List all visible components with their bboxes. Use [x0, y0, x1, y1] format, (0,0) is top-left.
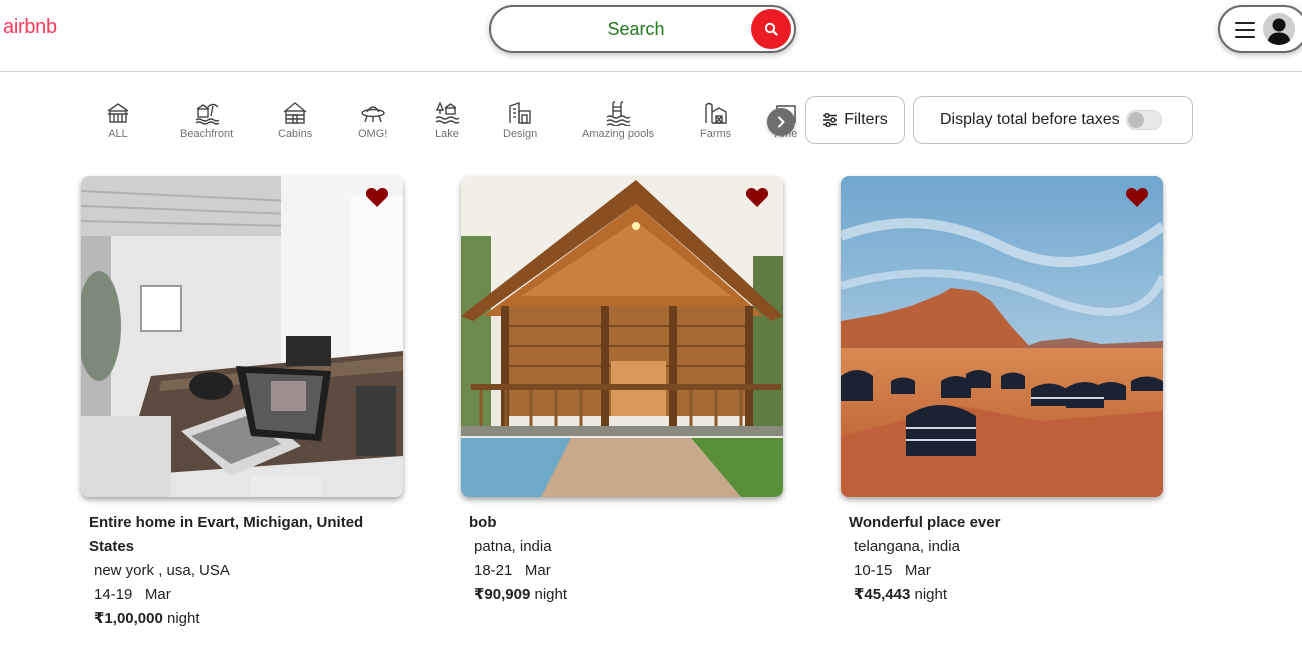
category-label: Farms: [700, 128, 732, 140]
category-label: Amazing pools: [582, 128, 655, 140]
category-lake[interactable]: Lake: [434, 100, 460, 140]
date-range: 10-15: [854, 562, 893, 579]
category-label: Design: [503, 128, 538, 140]
date-range: 14-19: [94, 586, 133, 603]
listing-dates: 18-21 Mar: [461, 559, 783, 583]
design-icon: [509, 102, 531, 124]
date-month: Mar: [144, 586, 171, 603]
user-menu-button[interactable]: [1218, 5, 1302, 53]
price-unit: night: [534, 586, 568, 603]
category-all[interactable]: ALL: [105, 100, 131, 140]
menu-icon: [1235, 22, 1255, 38]
category-label: Lake: [435, 128, 459, 140]
category-design[interactable]: Design: [503, 100, 537, 140]
price-unit: night: [167, 610, 200, 627]
listing-dates: 14-19 Mar: [81, 583, 403, 607]
airbnb-logo[interactable]: airbnb: [3, 16, 57, 39]
category-amazing-pools[interactable]: Amazing pools: [582, 100, 654, 140]
listing-image[interactable]: [81, 176, 403, 497]
listing-price: ₹45,443 night: [841, 583, 1163, 607]
listing-location: telangana, india: [854, 538, 960, 555]
ufo-icon: [360, 106, 385, 123]
price-amount: ₹90,909: [474, 586, 531, 603]
heart-icon[interactable]: [1125, 186, 1149, 208]
search-input[interactable]: [515, 14, 757, 44]
listing-price: ₹1,00,000 night: [81, 607, 403, 631]
date-month: Mar: [524, 562, 551, 579]
listing-image[interactable]: [461, 176, 783, 497]
heart-icon[interactable]: [745, 186, 769, 208]
tax-toggle-switch[interactable]: [1125, 110, 1162, 130]
header: airbnb: [0, 0, 1302, 72]
farm-icon: [704, 102, 727, 124]
category-farms[interactable]: Farms: [700, 100, 731, 140]
lake-icon: [435, 101, 460, 124]
chevron-right-icon: [778, 116, 785, 128]
user-icon: [1263, 13, 1295, 45]
office-photo: [81, 176, 403, 497]
sliders-icon: [823, 113, 838, 127]
category-label: OMG!: [358, 128, 388, 140]
listing-card[interactable]: Entire home in Evart, Michigan, United S…: [81, 176, 403, 631]
date-range: 18-21: [474, 562, 513, 579]
category-bar: ALL Beachfront Cabins OMG! Lake Design A…: [90, 96, 800, 146]
category-label: Beachfront: [180, 128, 234, 140]
price-amount: ₹1,00,000: [94, 610, 163, 627]
search-bar[interactable]: [489, 5, 796, 53]
category-beachfront[interactable]: Beachfront: [180, 100, 233, 140]
heart-icon[interactable]: [365, 186, 389, 208]
listing-image[interactable]: [841, 176, 1163, 497]
listing-location: new york , usa, USA: [94, 562, 230, 579]
price-unit: night: [914, 586, 948, 603]
search-icon: [764, 22, 778, 36]
category-omg[interactable]: OMG!: [358, 100, 387, 140]
house-icon: [107, 103, 129, 123]
search-button[interactable]: [751, 9, 791, 49]
category-scroll-next-button[interactable]: [767, 108, 795, 136]
beach-icon: [195, 103, 220, 125]
tax-toggle-box: Display total before taxes: [913, 96, 1193, 144]
filters-label: Filters: [844, 111, 888, 128]
avatar: [1263, 13, 1295, 45]
listing-dates: 10-15 Mar: [841, 559, 1163, 583]
cabin-icon: [283, 102, 307, 124]
category-label: ALL: [108, 128, 128, 140]
price-amount: ₹45,443: [854, 586, 911, 603]
filters-button[interactable]: Filters: [805, 96, 905, 144]
date-month: Mar: [904, 562, 931, 579]
listing-title[interactable]: Wonderful place ever: [841, 511, 1151, 535]
category-cabins[interactable]: Cabins: [278, 100, 312, 140]
pool-icon: [606, 101, 631, 126]
cabin-photo: [461, 176, 783, 497]
listing-title[interactable]: Entire home in Evart, Michigan, United S…: [81, 511, 391, 559]
tax-toggle-label: Display total before taxes: [940, 111, 1120, 128]
category-label: Cabins: [278, 128, 313, 140]
listing-location: patna, india: [474, 538, 552, 555]
listing-card[interactable]: Wonderful place ever telangana, india 10…: [841, 176, 1163, 607]
listing-price: ₹90,909 night: [461, 583, 783, 607]
listing-card[interactable]: bob patna, india 18-21 Mar ₹90,909 night: [461, 176, 783, 607]
listing-title[interactable]: bob: [461, 511, 771, 535]
desert-camp-photo: [841, 176, 1163, 497]
